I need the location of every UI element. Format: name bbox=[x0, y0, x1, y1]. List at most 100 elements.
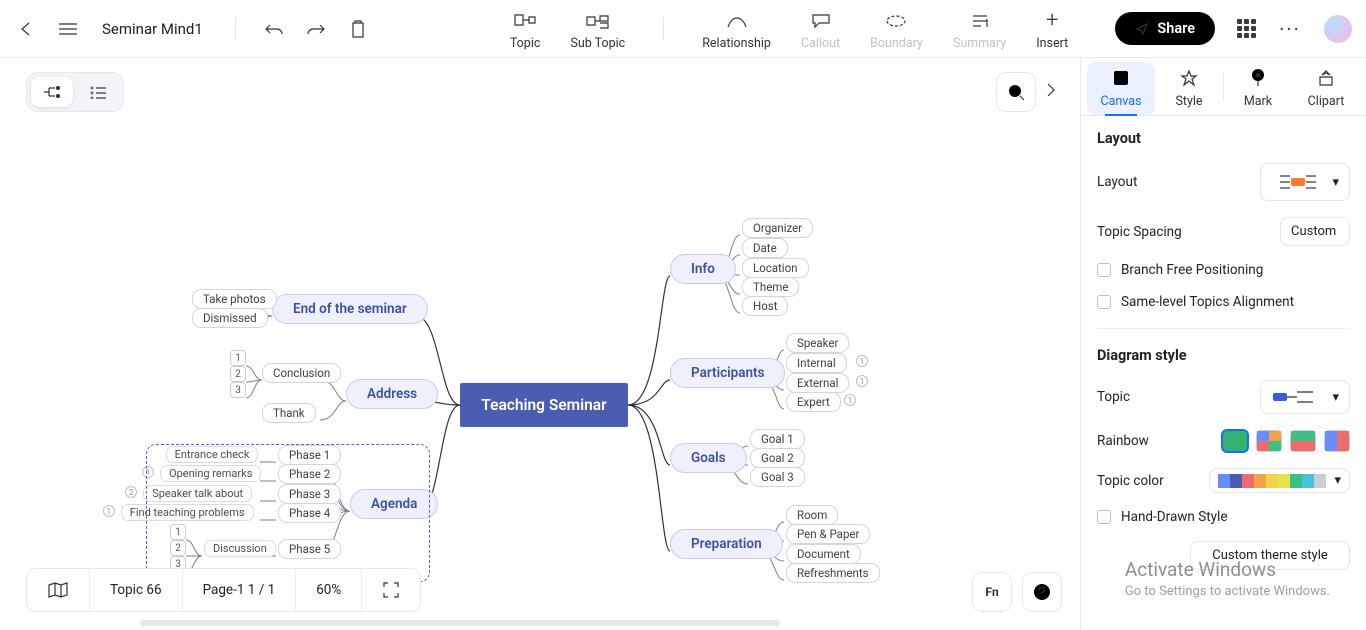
status-help[interactable] bbox=[1022, 572, 1062, 612]
undo-icon[interactable] bbox=[262, 17, 286, 41]
redo-icon[interactable] bbox=[304, 17, 328, 41]
rainbow-opt-1[interactable] bbox=[1222, 430, 1248, 452]
canvas[interactable]: Teaching Seminar Info OrganizerDateLocati… bbox=[0, 58, 1080, 630]
status-page[interactable]: Page-1 1 / 1 bbox=[183, 569, 297, 611]
tool-summary-label: Summary bbox=[953, 38, 1006, 51]
tool-insert-label: Insert bbox=[1036, 38, 1068, 51]
mindmap: Teaching Seminar Info OrganizerDateLocati… bbox=[0, 58, 1080, 630]
leaf[interactable]: Thank bbox=[262, 403, 316, 423]
leaf[interactable]: Goal 1 bbox=[750, 429, 805, 449]
topbar: Seminar Mind1 Topic Sub Topic Relationsh… bbox=[0, 0, 1366, 58]
avatar[interactable] bbox=[1324, 15, 1352, 43]
leaf[interactable]: Take photos bbox=[192, 289, 277, 309]
leaf[interactable]: Dismissed bbox=[192, 308, 268, 328]
layout-label: Layout bbox=[1097, 174, 1137, 190]
rainbow-opt-3[interactable] bbox=[1290, 430, 1316, 452]
tab-style[interactable]: Style bbox=[1155, 62, 1223, 115]
branch-preparation[interactable]: Preparation bbox=[670, 529, 783, 559]
topic-style-picker[interactable]: ▾ bbox=[1260, 380, 1350, 414]
tool-boundary: Boundary bbox=[870, 6, 923, 51]
cb-branch-free[interactable]: Branch Free Positioning bbox=[1097, 262, 1350, 278]
leaf[interactable]: Goal 2 bbox=[750, 448, 805, 468]
spacing-label: Topic Spacing bbox=[1097, 224, 1182, 240]
share-label: Share bbox=[1157, 20, 1195, 37]
leaf[interactable]: Refreshments bbox=[786, 563, 880, 583]
cb-hand-drawn[interactable]: Hand-Drawn Style bbox=[1097, 509, 1350, 525]
tool-relationship[interactable]: Relationship bbox=[702, 6, 771, 51]
branch-info[interactable]: Info bbox=[670, 254, 736, 284]
diagram-heading: Diagram style bbox=[1097, 347, 1350, 364]
tool-subtopic-label: Sub Topic bbox=[570, 38, 625, 51]
chip[interactable]: 2 bbox=[230, 366, 246, 382]
tool-boundary-label: Boundary bbox=[870, 38, 923, 51]
rainbow-opt-2[interactable] bbox=[1256, 430, 1282, 452]
back-icon[interactable] bbox=[14, 17, 38, 41]
layout-picker[interactable]: ▾ bbox=[1260, 163, 1350, 201]
rainbow-opt-4[interactable] bbox=[1324, 430, 1350, 452]
tool-summary: Summary bbox=[953, 6, 1006, 51]
share-button[interactable]: Share bbox=[1115, 12, 1215, 45]
horizontal-scrollbar[interactable] bbox=[140, 620, 780, 626]
leaf[interactable]: Date bbox=[742, 238, 788, 258]
cb-same-level[interactable]: Same-level Topics Alignment bbox=[1097, 294, 1350, 310]
leaf[interactable]: External bbox=[786, 373, 849, 393]
leaf[interactable]: Speaker bbox=[786, 333, 849, 353]
properties-panel: Canvas Style Mark Clipart Layout Layout bbox=[1080, 58, 1366, 630]
chevron-down-icon: ▾ bbox=[1334, 473, 1341, 488]
status-fn[interactable]: Fn bbox=[972, 572, 1012, 612]
more-icon[interactable]: ··· bbox=[1278, 17, 1302, 41]
status-map-icon[interactable] bbox=[27, 569, 90, 611]
topic-color-label: Topic color bbox=[1097, 473, 1164, 489]
tab-canvas[interactable]: Canvas bbox=[1087, 62, 1155, 115]
leaf[interactable]: Organizer bbox=[742, 218, 813, 238]
leaf[interactable]: Goal 3 bbox=[750, 467, 805, 487]
badge: 1 bbox=[103, 505, 115, 517]
branch-goals[interactable]: Goals bbox=[670, 443, 747, 473]
branch-address[interactable]: Address bbox=[346, 379, 438, 409]
topic-color-picker[interactable]: ▾ bbox=[1209, 468, 1350, 493]
leaf[interactable]: Internal bbox=[786, 353, 847, 373]
leaf[interactable]: Expert bbox=[786, 392, 841, 412]
badge: 2 bbox=[125, 486, 137, 498]
tool-subtopic[interactable]: Sub Topic bbox=[570, 6, 625, 51]
leaf[interactable]: Room bbox=[786, 505, 838, 525]
chip[interactable]: 3 bbox=[230, 382, 246, 398]
main-toolbar: Topic Sub Topic Relationship Callout Bou… bbox=[510, 6, 1068, 51]
leaf[interactable]: Theme bbox=[742, 277, 799, 297]
tool-topic[interactable]: Topic bbox=[510, 6, 541, 51]
leaf[interactable]: Document bbox=[786, 544, 861, 564]
topic-style-label: Topic bbox=[1097, 389, 1130, 405]
branch-end-of-the-seminar[interactable]: End of the seminar bbox=[272, 294, 428, 324]
tool-callout: Callout bbox=[801, 6, 840, 51]
leaf[interactable]: Pen & Paper bbox=[786, 524, 870, 544]
rainbow-label: Rainbow bbox=[1097, 433, 1149, 449]
tool-insert[interactable]: + Insert bbox=[1036, 6, 1068, 51]
leaf[interactable]: Host bbox=[742, 296, 788, 316]
menu-icon[interactable] bbox=[56, 17, 80, 41]
apps-icon[interactable] bbox=[1237, 19, 1256, 38]
document-title[interactable]: Seminar Mind1 bbox=[102, 20, 203, 38]
badge: 1 bbox=[844, 394, 856, 406]
chip[interactable]: 1 bbox=[230, 350, 246, 366]
clipboard-icon[interactable] bbox=[346, 17, 370, 41]
tool-callout-label: Callout bbox=[801, 38, 840, 51]
badge: 1 bbox=[856, 375, 868, 387]
chevron-down-icon: ▾ bbox=[1332, 390, 1339, 405]
badge: 1 bbox=[856, 355, 868, 367]
branch-participants[interactable]: Participants bbox=[670, 358, 785, 388]
rainbow-swatches bbox=[1222, 430, 1350, 452]
custom-theme-button[interactable]: Custom theme style bbox=[1190, 541, 1350, 570]
tool-relationship-label: Relationship bbox=[702, 38, 771, 51]
tab-mark[interactable]: Mark bbox=[1224, 60, 1292, 115]
root-topic[interactable]: Teaching Seminar bbox=[460, 383, 628, 427]
leaf[interactable]: Conclusion bbox=[262, 363, 341, 383]
leaf[interactable]: Location bbox=[742, 258, 809, 278]
tab-clipart[interactable]: Clipart bbox=[1292, 62, 1360, 115]
spacing-picker[interactable]: Custom bbox=[1280, 217, 1350, 246]
agenda-boundary[interactable] bbox=[146, 444, 430, 582]
status-zoom[interactable]: 60% bbox=[296, 569, 362, 611]
status-fullscreen[interactable] bbox=[362, 569, 420, 611]
chevron-down-icon: ▾ bbox=[1332, 175, 1339, 190]
layout-heading: Layout bbox=[1097, 130, 1350, 147]
status-bar: Topic 66 Page-1 1 / 1 60% bbox=[26, 568, 421, 612]
